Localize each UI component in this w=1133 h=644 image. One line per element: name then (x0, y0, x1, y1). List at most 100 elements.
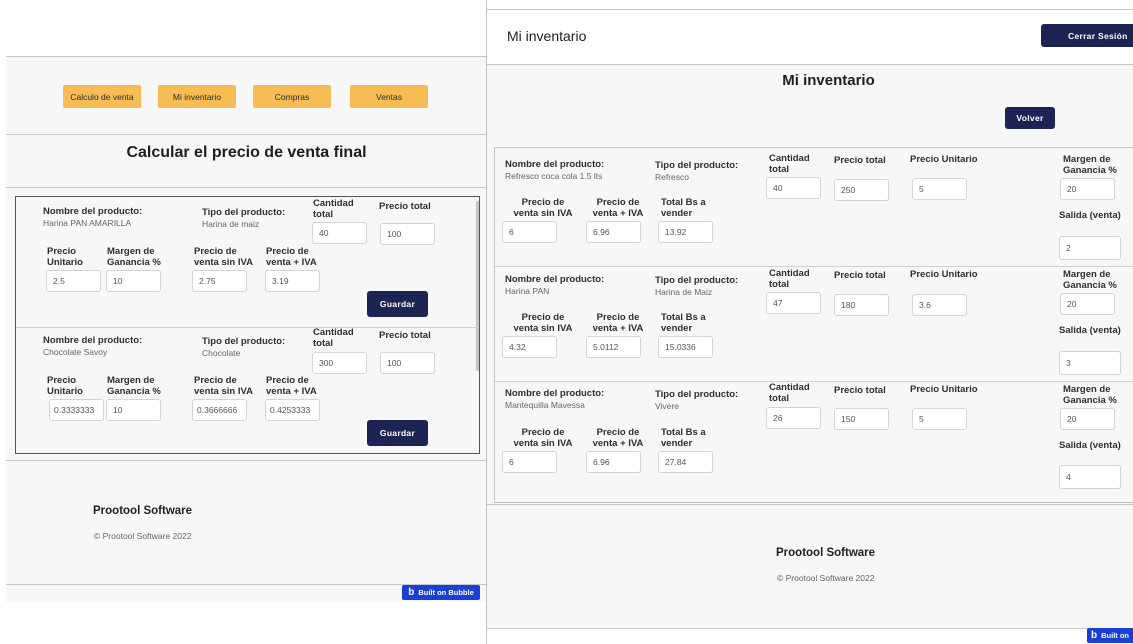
label-sin-iva: Precio de venta sin IVA (194, 246, 253, 268)
unitario-field[interactable]: 5 (912, 178, 967, 200)
sin-iva-field[interactable]: 6 (502, 221, 557, 243)
label-precio-unitario: Precio Unitario (47, 246, 83, 268)
scrollbar[interactable] (476, 201, 479, 371)
unitario-field[interactable]: 2.5 (46, 270, 101, 292)
label-nombre: Nombre del producto: (505, 388, 605, 399)
cantidad-field[interactable]: 26 (766, 407, 821, 429)
precio-total-field[interactable]: 100 (380, 223, 435, 245)
precio-total-field[interactable]: 180 (834, 294, 889, 316)
row-divider (16, 327, 479, 328)
precio-total-field[interactable]: 100 (380, 352, 435, 374)
margen-field[interactable]: 20 (1060, 178, 1115, 200)
margen-field[interactable]: 10 (106, 399, 161, 421)
label-nombre: Nombre del producto: (43, 206, 143, 217)
precio-total-field[interactable]: 150 (834, 408, 889, 430)
sin-iva-field[interactable]: 0.3666666 (192, 399, 247, 421)
label-precio-total: Precio total (834, 270, 886, 281)
salida-field[interactable]: 2 (1059, 236, 1121, 260)
mas-iva-field[interactable]: 5.0112 (586, 336, 641, 358)
product-list[interactable]: Nombre del producto: Harina PAN AMARILLA… (15, 196, 480, 454)
label-margen: Margen de Ganancia % (107, 246, 161, 268)
content-area: Mi inventario Volver Nombre del producto… (487, 64, 1133, 628)
divider (6, 134, 487, 135)
product-name: Refresco coca cola 1.5 lts (505, 171, 603, 181)
page-title: Calcular el precio de venta final (126, 144, 367, 161)
guardar-button[interactable]: Guardar (367, 420, 428, 446)
mas-iva-field[interactable]: 6.96 (586, 221, 641, 243)
nav-ventas[interactable]: Ventas (350, 85, 428, 108)
precio-total-field[interactable]: 250 (834, 179, 889, 201)
sin-iva-field[interactable]: 4.32 (502, 336, 557, 358)
page-title: Mi inventario (782, 72, 875, 89)
label-sin-iva: Precio de venta sin IVA (513, 197, 573, 219)
bubble-logo-icon: b (408, 587, 415, 598)
label-salida: Salida (venta) (1059, 325, 1121, 336)
divider (487, 504, 1133, 505)
built-on-bubble-badge[interactable]: b Built on (1087, 628, 1133, 643)
label-precio-total: Precio total (834, 155, 886, 166)
total-bs-field[interactable]: 13.92 (658, 221, 713, 243)
label-total-bs: Total Bs a vender (661, 427, 706, 449)
total-bs-field[interactable]: 15.0336 (658, 336, 713, 358)
margen-field[interactable]: 20 (1060, 293, 1115, 315)
built-on-bubble-badge[interactable]: b Built on Bubble (402, 585, 480, 600)
label-precio-total: Precio total (379, 201, 431, 212)
label-margen: Margen de Ganancia % (107, 375, 161, 397)
cantidad-field[interactable]: 40 (766, 177, 821, 199)
right-page: Mi inventario Cerrar Sesión Mi inventari… (487, 0, 1133, 644)
label-cantidad: Cantidad total (313, 198, 354, 220)
label-precio-unitario: Precio Unitario (910, 154, 978, 165)
nav-calculo-de-venta[interactable]: Calculo de venta (63, 85, 141, 108)
label-total-bs: Total Bs a vender (661, 312, 706, 334)
cantidad-field[interactable]: 40 (312, 222, 367, 244)
footer-copyright: © Prootool Software 2022 (777, 573, 875, 583)
product-name: Harina PAN (505, 286, 550, 296)
sin-iva-field[interactable]: 6 (502, 451, 557, 473)
cantidad-field[interactable]: 47 (766, 292, 821, 314)
product-name: Chocolate Savoy (43, 347, 108, 357)
label-sin-iva: Precio de venta sin IVA (513, 312, 573, 334)
label-nombre: Nombre del producto: (505, 159, 605, 170)
salida-field[interactable]: 3 (1059, 351, 1121, 375)
label-salida: Salida (venta) (1059, 210, 1121, 221)
label-precio-total: Precio total (379, 330, 431, 341)
label-tipo: Tipo del producto: (202, 336, 286, 347)
margen-field[interactable]: 10 (106, 270, 161, 292)
volver-button[interactable]: Volver (1005, 107, 1055, 129)
mas-iva-field[interactable]: 6.96 (586, 451, 641, 473)
total-bs-field[interactable]: 27.84 (658, 451, 713, 473)
divider (487, 64, 1133, 65)
inventory-list[interactable]: Nombre del producto: Refresco coca cola … (494, 147, 1133, 503)
cantidad-field[interactable]: 300 (312, 352, 367, 374)
label-total-bs: Total Bs a vender (661, 197, 706, 219)
divider (6, 187, 487, 188)
nav-compras[interactable]: Compras (253, 85, 331, 108)
unitario-field[interactable]: 5 (912, 408, 967, 430)
label-salida: Salida (venta) (1059, 440, 1121, 451)
header-title: Mi inventario (507, 28, 587, 44)
mas-iva-field[interactable]: 3.19 (265, 270, 320, 292)
footer-copyright: © Prootool Software 2022 (94, 531, 192, 541)
product-name: Harina PAN AMARILLA (43, 218, 132, 228)
mas-iva-field[interactable]: 0.4253333 (265, 399, 320, 421)
label-margen: Margen de Ganancia % (1063, 384, 1117, 406)
product-type: Refresco (655, 172, 690, 182)
unitario-field[interactable]: 3.6 (912, 294, 967, 316)
label-mas-iva: Precio de venta + IVA (592, 427, 644, 449)
label-mas-iva: Precio de venta + IVA (266, 375, 317, 397)
divider (6, 460, 487, 461)
row-divider (495, 381, 1133, 382)
label-mas-iva: Precio de venta + IVA (592, 312, 644, 334)
row-divider (495, 266, 1133, 267)
margen-field[interactable]: 20 (1060, 408, 1115, 430)
label-margen: Margen de Ganancia % (1063, 269, 1117, 291)
sin-iva-field[interactable]: 2.75 (192, 270, 247, 292)
salida-field[interactable]: 4 (1059, 465, 1121, 489)
label-precio-unitario: Precio Unitario (910, 269, 978, 280)
product-type: Vivere (655, 401, 679, 411)
nav-mi-inventario[interactable]: Mi inventario (158, 85, 236, 108)
unitario-field[interactable]: 0.3333333 (49, 399, 104, 421)
product-type: Harina de Maiz (655, 287, 713, 297)
guardar-button[interactable]: Guardar (367, 291, 428, 317)
logout-button[interactable]: Cerrar Sesión (1041, 24, 1133, 47)
